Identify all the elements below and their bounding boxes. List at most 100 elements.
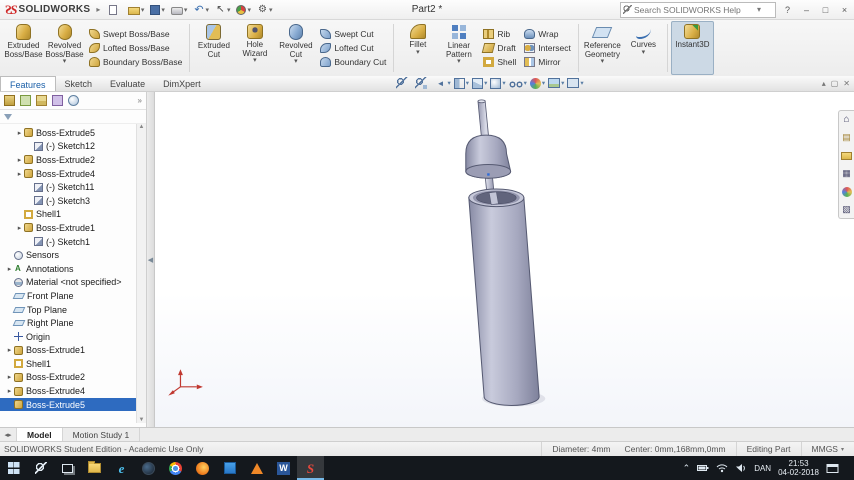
view-toolbar-button[interactable]: ▾ [415, 77, 431, 89]
view-toolbar-button[interactable]: ▾ [396, 77, 412, 89]
dropdown-arrow-icon[interactable]: ▾ [601, 58, 605, 65]
tree-item[interactable]: ▸ (-) Sketch11 [0, 180, 146, 194]
tree-item[interactable]: ▸ Shell1 [0, 208, 146, 222]
expand-arrow-icon[interactable]: ▸ [5, 373, 14, 381]
titlebar-quick-button[interactable]: ▾ [213, 2, 233, 17]
ribbon-tab[interactable]: DimXpert [154, 76, 210, 91]
tree-item[interactable]: ▸ Boss-Extrude1 [0, 344, 146, 358]
ribbon-button[interactable]: Lofted Boss/Base [87, 42, 184, 55]
tree-item[interactable]: ▸ Top Plane [0, 303, 146, 317]
dropdown-arrow-icon[interactable]: ▾ [141, 6, 145, 14]
tree-item[interactable]: ▸ Boss-Extrude5 [0, 126, 146, 140]
dropdown-arrow-icon[interactable]: ▾ [542, 79, 545, 87]
taskbar-button[interactable] [216, 456, 243, 480]
tree-item[interactable]: ▸ Boss-Extrude4 [0, 384, 146, 398]
dropdown-arrow-icon[interactable]: ▾ [205, 6, 209, 14]
scroll-down-icon[interactable]: ▼ [139, 417, 145, 423]
task-pane-tab[interactable] [841, 150, 852, 161]
close-button[interactable]: × [837, 5, 852, 15]
document-tab[interactable]: Motion Study 1 [63, 428, 141, 441]
ribbon-button[interactable]: Fillet ▾ [397, 21, 438, 75]
dropdown-arrow-icon[interactable]: ▾ [161, 6, 165, 14]
dropdown-arrow-icon[interactable]: ▾ [466, 79, 469, 87]
feature-manager-tab[interactable] [20, 95, 31, 106]
ribbon-button[interactable]: Swept Boss/Base [87, 28, 184, 41]
view-toolbar-button[interactable]: ▾ [567, 78, 584, 88]
feature-manager-tab[interactable] [4, 95, 15, 106]
ribbon-button[interactable]: Draft [481, 42, 518, 55]
dropdown-arrow-icon[interactable]: ▾ [484, 79, 487, 87]
dropdown-arrow-icon[interactable]: ▾ [416, 49, 420, 56]
units-selector[interactable]: MMGS ▾ [800, 442, 854, 456]
expand-arrow-icon[interactable]: ▸ [5, 387, 14, 395]
tree-item[interactable]: ▸ Sensors [0, 248, 146, 262]
ribbon-button[interactable]: Boundary Boss/Base [87, 56, 184, 69]
view-toolbar-button[interactable]: ▾ [529, 77, 545, 89]
titlebar-quick-button[interactable]: ▾ [169, 2, 190, 17]
ribbon-button[interactable]: Curves ▾ [623, 21, 664, 75]
titlebar-quick-button[interactable]: ▾ [107, 2, 124, 17]
scroll-up-icon[interactable]: ▲ [139, 124, 145, 130]
search-input[interactable] [632, 3, 754, 16]
tree-scrollbar[interactable]: ▲ ▼ [136, 124, 146, 423]
language-indicator[interactable]: DAN [754, 464, 771, 473]
feature-manager-tab[interactable] [68, 95, 79, 106]
tree-item[interactable]: ▸ Boss-Extrude2 [0, 371, 146, 385]
maximize-button[interactable]: □ [818, 5, 833, 15]
graphics-viewport[interactable] [155, 92, 854, 427]
ribbon-button[interactable]: Hole Wizard ▾ [234, 21, 275, 75]
tree-item[interactable]: ▸ Annotations [0, 262, 146, 276]
taskbar-button[interactable] [27, 456, 54, 480]
taskbar-button[interactable] [54, 456, 81, 480]
feature-manager-tab[interactable] [52, 95, 63, 106]
view-toolbar-button[interactable]: ▾ [435, 77, 451, 89]
dropdown-arrow-icon[interactable]: ▾ [184, 6, 188, 14]
tree-item[interactable]: ▸ (-) Sketch3 [0, 194, 146, 208]
document-restore-icon[interactable]: ▢ [831, 79, 839, 88]
dropdown-arrow-icon[interactable]: ▾ [502, 79, 505, 87]
titlebar-quick-button[interactable]: ▾ [234, 2, 253, 17]
ribbon-tab[interactable]: Evaluate [101, 76, 154, 91]
ribbon-button[interactable]: Revolved Boss/Base ▾ [44, 21, 85, 75]
expand-arrow-icon[interactable]: ▸ [5, 346, 14, 354]
tree-item[interactable]: ▸ Right Plane [0, 316, 146, 330]
help-button[interactable]: ? [780, 5, 795, 15]
ribbon-button[interactable]: Mirror [522, 56, 573, 69]
view-toolbar-button[interactable]: ▾ [508, 78, 527, 89]
titlebar-quick-button[interactable]: ▾ [255, 2, 275, 17]
taskbar-button[interactable] [108, 456, 135, 480]
dropdown-arrow-icon[interactable]: ▾ [642, 49, 646, 56]
dropdown-arrow-icon[interactable]: ▾ [269, 6, 273, 14]
dropdown-arrow-icon[interactable]: ▾ [227, 6, 231, 14]
taskbar-button[interactable] [81, 456, 108, 480]
search-dropdown-icon[interactable]: ▾ [757, 5, 761, 14]
titlebar-quick-button[interactable]: ▾ [191, 2, 211, 17]
expand-arrow-icon[interactable]: ▸ [15, 129, 24, 137]
expand-arrow-icon[interactable]: ▸ [15, 156, 24, 164]
dropdown-arrow-icon[interactable]: ▾ [580, 79, 583, 87]
tree-item[interactable]: ▸ Boss-Extrude4 [0, 167, 146, 181]
volume-icon[interactable] [735, 463, 747, 473]
titlebar-quick-button[interactable]: ▾ [148, 2, 167, 17]
ribbon-button[interactable]: Extruded Cut ▾ [193, 21, 234, 75]
taskbar-button[interactable] [162, 456, 189, 480]
taskbar-button[interactable] [0, 456, 27, 480]
expand-arrow-icon[interactable]: ▸ [5, 265, 14, 273]
tree-item[interactable]: ▸ (-) Sketch12 [0, 140, 146, 154]
task-pane-tab[interactable] [841, 168, 852, 179]
taskbar-button[interactable] [270, 456, 297, 480]
task-pane-tab[interactable] [841, 186, 852, 197]
tab-scroll-icon[interactable]: ◂▸ [0, 428, 17, 441]
expand-arrow-icon[interactable]: ▸ [15, 170, 24, 178]
task-pane-tab[interactable] [841, 132, 852, 143]
network-icon[interactable] [716, 463, 728, 473]
dropdown-arrow-icon[interactable]: ▾ [253, 57, 257, 64]
units-dropdown-icon[interactable]: ▾ [841, 446, 844, 453]
ribbon-button[interactable]: Swept Cut [318, 28, 388, 41]
taskbar-button[interactable] [189, 456, 216, 480]
tray-expand-icon[interactable]: ⌃ [683, 463, 691, 474]
task-pane-tab[interactable] [841, 114, 852, 125]
ribbon-button[interactable]: Lofted Cut [318, 42, 388, 55]
ribbon-collapse-icon[interactable]: ▴ [822, 79, 826, 88]
battery-icon[interactable] [697, 463, 709, 473]
